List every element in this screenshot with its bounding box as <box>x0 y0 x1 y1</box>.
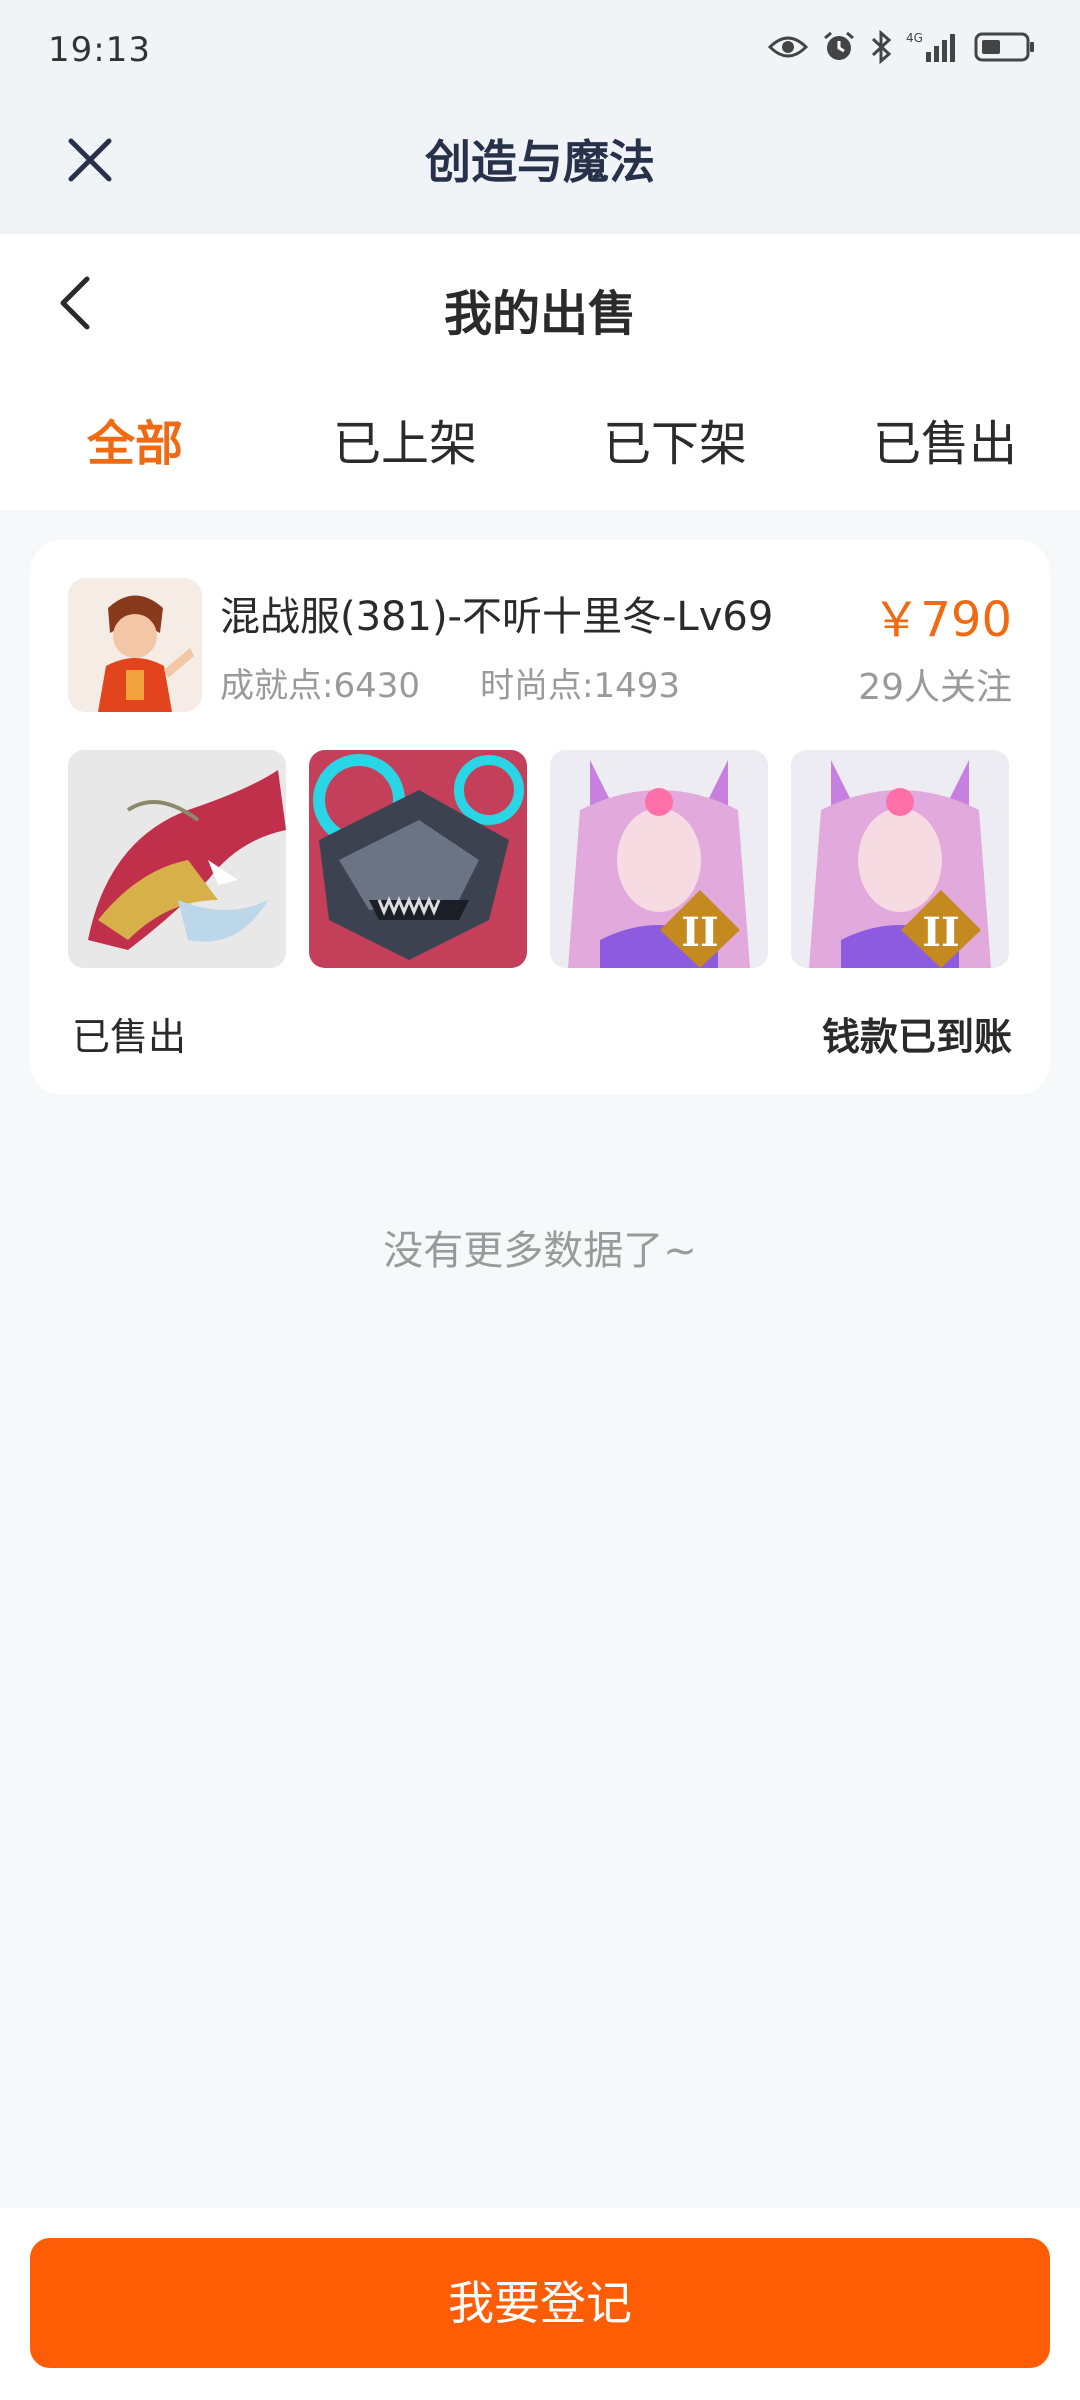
page-header: 我的出售 全部 已上架 已下架 已售出 <box>0 234 1080 510</box>
fox-girl-skin-image[interactable]: II <box>550 750 768 968</box>
sale-status: 已售出 <box>72 1015 187 1059</box>
listing-meta: 成就点:6430 时尚点:1493 <box>220 658 680 707</box>
tab-delisted[interactable]: 已下架 <box>540 404 810 484</box>
page-title: 我的出售 <box>443 286 636 342</box>
tab-bar: 全部 已上架 已下架 已售出 <box>0 404 1080 484</box>
mini-program-header: 创造与魔法 <box>0 100 1080 234</box>
status-icons: 4G <box>768 30 1036 64</box>
thumbnail-row: II II <box>68 750 1012 968</box>
signal-4g-icon: 4G <box>906 30 960 64</box>
status-bar: 19:13 4G <box>0 0 1080 100</box>
bottom-bar: 我要登记 <box>0 2208 1080 2400</box>
svg-text:4G: 4G <box>906 31 923 45</box>
eye-icon <box>768 34 808 60</box>
achievement-points: 成就点:6430 <box>220 666 420 706</box>
fashion-points: 时尚点:1493 <box>479 666 680 706</box>
listing-price: ￥790 <box>872 592 1012 648</box>
mini-program-title: 创造与魔法 <box>425 135 655 189</box>
payment-status: 钱款已到账 <box>821 1015 1012 1059</box>
svg-text:II: II <box>922 909 959 956</box>
dragon-mount-image[interactable] <box>68 750 286 968</box>
battery-icon <box>974 32 1036 62</box>
svg-text:II: II <box>681 909 718 956</box>
follower-count: 29人关注 <box>858 667 1012 708</box>
no-more-data: 没有更多数据了~ <box>383 1228 697 1274</box>
fox-girl-skin-image[interactable]: II <box>791 750 1009 968</box>
bluetooth-icon <box>870 30 892 64</box>
listing-title: 混战服(381)-不听十里冬-Lv69 <box>220 594 774 640</box>
alarm-icon <box>822 30 856 64</box>
status-time: 19:13 <box>48 30 151 70</box>
register-button[interactable]: 我要登记 <box>30 2238 1050 2368</box>
listing-card[interactable]: 混战服(381)-不听十里冬-Lv69 成就点:6430 时尚点:1493 ￥7… <box>30 540 1050 1095</box>
app-root: 19:13 4G 创造与魔法 我的出售 全部 已上架 已下架 已售出 混战服(3… <box>0 0 1080 2400</box>
character-avatar <box>68 578 202 712</box>
tab-sold[interactable]: 已售出 <box>810 404 1080 484</box>
tab-all[interactable]: 全部 <box>0 404 270 484</box>
tab-listed[interactable]: 已上架 <box>270 404 540 484</box>
mech-wolf-mount-image[interactable] <box>309 750 527 968</box>
